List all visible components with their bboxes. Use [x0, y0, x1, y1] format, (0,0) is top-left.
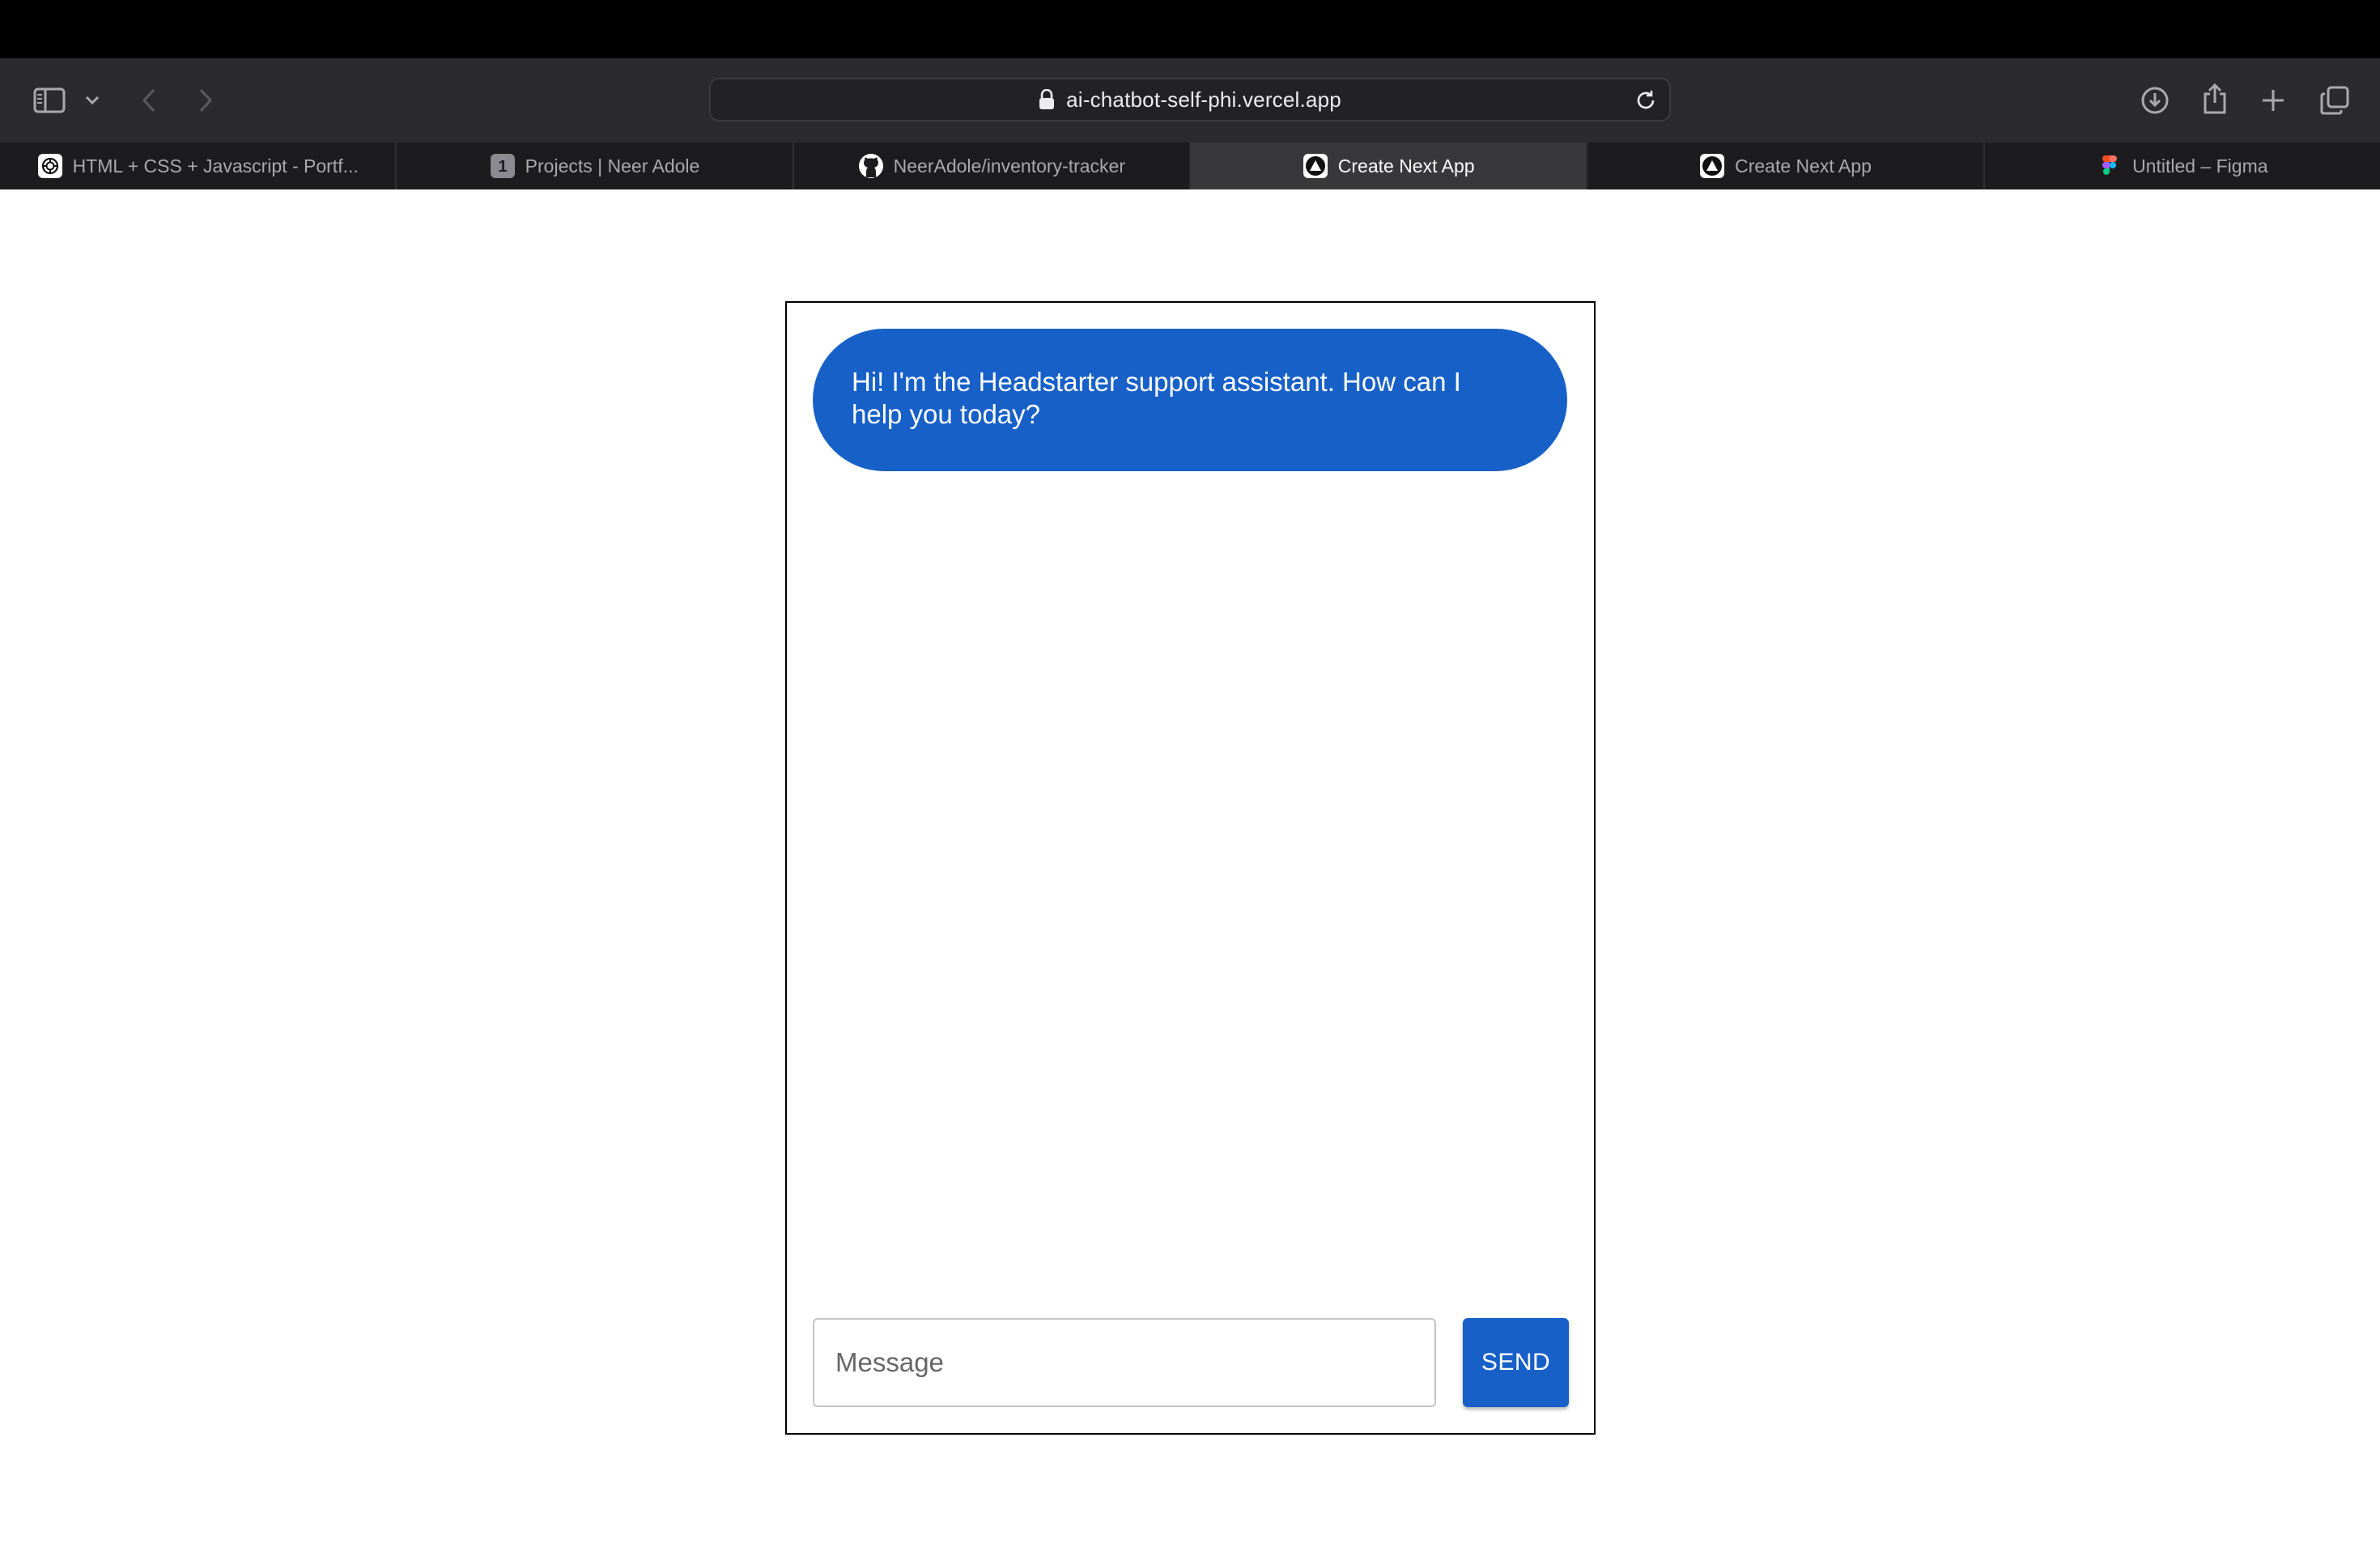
tab-label: Untitled – Figma [2132, 155, 2268, 176]
tab-label: NeerAdole/inventory-tracker [893, 155, 1125, 176]
github-icon [858, 153, 884, 179]
browser-toolbar: ai-chatbot-self-phi.vercel.app [0, 58, 2380, 142]
share-icon[interactable] [2197, 79, 2233, 118]
tab-github[interactable]: NeerAdole/inventory-tracker [794, 142, 1191, 189]
vercel-triangle-icon [1303, 153, 1328, 179]
figma-icon [2097, 153, 2123, 179]
svg-text:1: 1 [498, 158, 507, 176]
sidebar-toggle-icon[interactable] [31, 83, 68, 118]
assistant-message-bubble: Hi! I'm the Headstarter support assistan… [813, 329, 1567, 471]
tab-overview-icon[interactable] [2317, 83, 2352, 118]
tab-figma[interactable]: Untitled – Figma [1985, 142, 2380, 189]
tab-bar: HTML + CSS + Javascript - Portf... 1 Pro… [0, 142, 2380, 189]
url-text: ai-chatbot-self-phi.vercel.app [1066, 87, 1341, 112]
tab-create-next-app[interactable]: Create Next App [1587, 142, 1985, 189]
tab-projects[interactable]: 1 Projects | Neer Adole [397, 142, 794, 189]
chevron-down-icon[interactable] [81, 89, 104, 112]
tab-portfolio[interactable]: HTML + CSS + Javascript - Portf... [0, 142, 397, 189]
send-button[interactable]: SEND [1463, 1318, 1569, 1407]
tab-label: Create Next App [1337, 155, 1475, 176]
forward-arrow-icon[interactable] [194, 84, 217, 117]
message-input[interactable] [814, 1320, 1434, 1406]
vercel-triangle-icon [1699, 153, 1725, 179]
lock-icon [1039, 89, 1055, 110]
message-input-field[interactable] [813, 1318, 1436, 1407]
openai-icon [37, 153, 63, 179]
reload-icon[interactable] [1634, 88, 1658, 113]
tab-label: Create Next App [1735, 155, 1872, 176]
number-one-badge-icon: 1 [490, 153, 516, 179]
download-icon[interactable] [2137, 83, 2173, 118]
tab-create-next-app-active[interactable]: Create Next App [1190, 142, 1588, 189]
chat-container: Hi! I'm the Headstarter support assistan… [785, 301, 1596, 1435]
new-tab-plus-icon[interactable] [2255, 83, 2291, 118]
address-bar[interactable]: ai-chatbot-self-phi.vercel.app [709, 78, 1671, 121]
screen-top-bar [0, 0, 2380, 58]
tab-label: HTML + CSS + Javascript - Portf... [72, 155, 359, 176]
back-arrow-icon[interactable] [138, 84, 160, 117]
tab-label: Projects | Neer Adole [525, 155, 700, 176]
